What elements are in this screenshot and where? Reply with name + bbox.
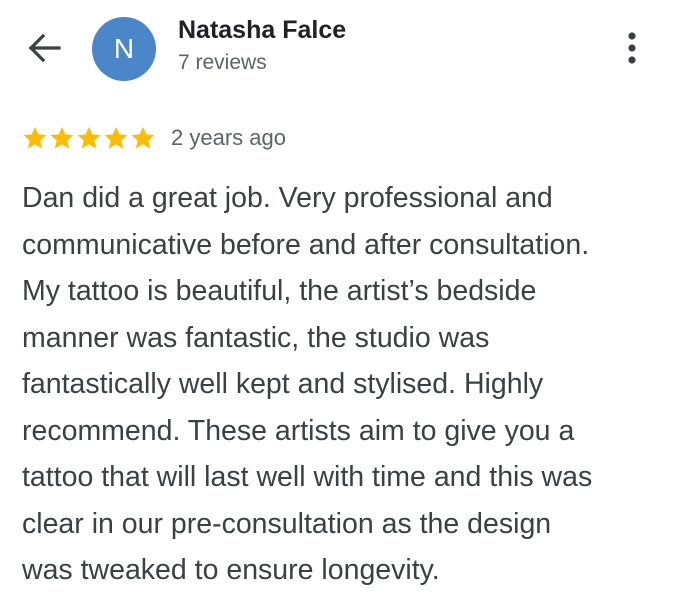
review-text-line: Dan did a great job. Very professional a… (22, 182, 553, 214)
rating-row: 2 years ago (22, 123, 286, 153)
arrow-back-icon (28, 33, 61, 63)
avatar-letter: N (113, 33, 135, 64)
star-icon (77, 126, 101, 149)
star-icon (104, 126, 128, 149)
review-text-line: My tattoo is beautiful, the artist’s bed… (22, 275, 537, 307)
review-text-line: fantastically well kept and stylised. Hi… (22, 368, 544, 400)
reviewer-review-count: 7 reviews (178, 51, 267, 74)
star-icon (50, 126, 74, 149)
reviewer-name[interactable]: Natasha Falce (178, 16, 346, 45)
back-button[interactable] (22, 28, 66, 68)
review-text-line: was tweaked to ensure longevity. (22, 554, 440, 586)
review-text-line: tattoo that will last well with time and… (22, 461, 593, 493)
review-text-line: recommend. These artists aim to give you… (22, 414, 575, 447)
more-vert-icon (628, 32, 636, 64)
review-text-line: manner was fantastic, the studio was (22, 321, 490, 354)
star-icon (131, 126, 155, 149)
review-text-line: communicative before and after consultat… (22, 228, 590, 261)
review-header: N Natasha Falce 7 reviews (0, 0, 682, 100)
avatar[interactable]: N (92, 17, 156, 81)
more-options-button[interactable] (612, 28, 652, 68)
review-text-line: clear in our pre-consultation as the des… (22, 507, 552, 540)
review-date: 2 years ago (171, 125, 286, 150)
review-text: Dan did a great job. Very professional a… (22, 175, 672, 594)
star-icon (23, 126, 47, 149)
star-rating (22, 125, 156, 151)
